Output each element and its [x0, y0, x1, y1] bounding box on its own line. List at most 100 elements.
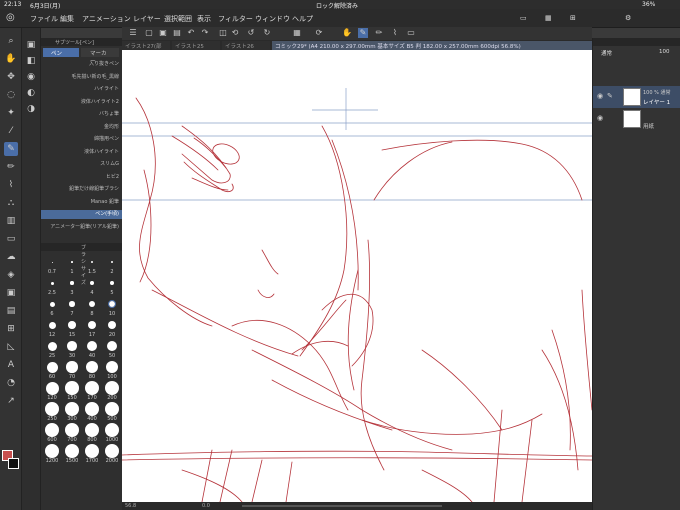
eye-icon[interactable]: ◉ — [597, 114, 603, 122]
fill-icon[interactable]: ◈ — [4, 268, 18, 282]
subtool-group-3-icon[interactable]: ◉ — [24, 70, 38, 84]
menu-icon-2[interactable]: ▦ — [545, 14, 552, 22]
figure-icon[interactable]: ▤ — [4, 304, 18, 318]
transform-icon[interactable]: ◫ — [218, 28, 228, 38]
brush-item[interactable]: ヒビ2 — [41, 173, 122, 182]
brush-item[interactable]: 金均形 — [41, 123, 122, 132]
brush-item[interactable]: バちょ筆 — [41, 110, 122, 119]
brush-size-dot[interactable] — [88, 321, 96, 329]
settings-icon[interactable]: ⚙ — [625, 14, 631, 22]
move-icon[interactable]: ✥ — [4, 70, 18, 84]
menu-filter[interactable]: フィルター — [218, 14, 253, 24]
lasso-icon[interactable]: ◌ — [4, 88, 18, 102]
brush-size-dot[interactable] — [85, 423, 99, 437]
subtool-group-4-icon[interactable]: ◐ — [24, 86, 38, 100]
eyedropper-icon[interactable]: ⁄ — [4, 124, 18, 138]
brush-size-dot[interactable] — [70, 281, 74, 285]
brush-tool-icon[interactable]: ⌇ — [4, 178, 18, 192]
brush-size-dot[interactable] — [65, 423, 79, 437]
brush-size-dot[interactable] — [85, 444, 99, 458]
subtool-group-1-icon[interactable]: ▣ — [24, 38, 38, 52]
menu-view[interactable]: 表示 — [197, 14, 211, 24]
hand-tool-icon[interactable]: ✋ — [4, 52, 18, 66]
brush-size-dot[interactable] — [89, 301, 95, 307]
brush-item[interactable]: 液体ハイライト2 — [41, 98, 122, 107]
menu-edit[interactable]: 編集 — [60, 14, 74, 24]
brush-size-dot[interactable] — [47, 341, 57, 351]
menu-help[interactable]: ヘルプ — [292, 14, 313, 24]
brush-size-dot[interactable] — [50, 281, 54, 285]
menu-window[interactable]: ウィンドウ — [255, 14, 290, 24]
airbrush-icon[interactable]: ⛬ — [4, 196, 18, 210]
menu-selection[interactable]: 選択範囲 — [164, 14, 192, 24]
brush-size-dot[interactable] — [105, 423, 119, 437]
brush-size-dot[interactable] — [109, 280, 115, 286]
brush-item[interactable]: スリムG — [41, 160, 122, 169]
brush-size-dot[interactable] — [91, 261, 93, 263]
menu-file[interactable]: ファイル — [30, 14, 58, 24]
brush-item[interactable]: ペン(手頃) — [41, 210, 122, 219]
brush-size-dot[interactable] — [85, 381, 99, 395]
brush-item[interactable]: アニメーター鉛筆(リアル鉛筆) — [41, 223, 122, 232]
decoration-icon[interactable]: ▥ — [4, 214, 18, 228]
layer-row-paper[interactable]: ◉ 用紙 — [593, 108, 680, 130]
sub-color-swatch[interactable] — [8, 458, 19, 469]
brush-icon[interactable]: ⌇ — [390, 28, 400, 38]
brush-size-dot[interactable] — [110, 260, 114, 264]
subtool-group-2-icon[interactable]: ◧ — [24, 54, 38, 68]
tab-illust27[interactable]: イラスト27(部 — [122, 41, 170, 50]
canvas-paper[interactable] — [122, 50, 592, 502]
magic-wand-icon[interactable]: ✦ — [4, 106, 18, 120]
brush-size-dot[interactable] — [105, 402, 119, 416]
brush-size-dot[interactable] — [65, 381, 79, 395]
brush-size-dot[interactable] — [90, 281, 94, 285]
brush-item[interactable]: 綿描用ペン — [41, 135, 122, 144]
brush-size-dot[interactable] — [48, 321, 56, 329]
text-icon[interactable]: A — [4, 358, 18, 372]
new-icon[interactable]: ▢ — [144, 28, 154, 38]
pen-icon[interactable]: ✎ — [4, 142, 18, 156]
brush-size-dot[interactable] — [85, 402, 99, 416]
brush-item[interactable]: Manao 鉛筆 — [41, 198, 122, 207]
subtool-group-5-icon[interactable]: ◑ — [24, 102, 38, 116]
frame-icon[interactable]: ⊞ — [4, 322, 18, 336]
brush-item[interactable]: 毛先揃い新の毛_黒線 — [41, 73, 122, 82]
brush-size-dot[interactable] — [106, 340, 118, 352]
pencil-icon[interactable]: ✏ — [374, 28, 384, 38]
zoom-value[interactable]: 56.8 — [125, 503, 136, 509]
brush-item[interactable]: ハイライト — [41, 85, 122, 94]
brush-size-dot[interactable] — [105, 360, 119, 374]
menu-icon-1[interactable]: ▭ — [520, 14, 527, 22]
tab-comic29[interactable]: コミック29* (A4 210.00 x 297.00mm 基本サイズ B5 判… — [272, 41, 592, 50]
eye-icon[interactable]: ◉ — [597, 92, 603, 100]
rotate-icon[interactable]: ⟳ — [314, 28, 324, 38]
tab-illust26[interactable]: イラスト26 — [222, 41, 270, 50]
brush-size-dot[interactable] — [105, 444, 119, 458]
brush-size-dot[interactable] — [66, 361, 78, 373]
magnifier-icon[interactable]: ⌕ — [4, 34, 18, 48]
open-icon[interactable]: ▣ — [158, 28, 168, 38]
brush-size-dot[interactable] — [65, 444, 79, 458]
grid-icon[interactable]: ▦ — [292, 28, 302, 38]
brush-size-dot[interactable] — [45, 402, 59, 416]
tab-marker[interactable]: マーカー — [81, 48, 119, 65]
correct-line-icon[interactable]: ↗ — [4, 394, 18, 408]
opacity-value[interactable]: 100 — [659, 49, 670, 55]
eraser-icon[interactable]: ▭ — [406, 28, 416, 38]
brush-size-dot[interactable] — [87, 341, 97, 351]
redo-icon[interactable]: ↷ — [200, 28, 210, 38]
brush-item[interactable]: 鉛筆だけ線鉛筆ブラシ — [41, 185, 122, 194]
pen-lock-icon[interactable]: ✎ — [607, 92, 613, 100]
flip-icon[interactable]: ⟲ — [230, 28, 240, 38]
pencil-icon[interactable]: ✏ — [4, 160, 18, 174]
canvas-area[interactable] — [122, 50, 592, 502]
undo-icon[interactable]: ↶ — [186, 28, 196, 38]
layer-row-1[interactable]: ◉ ✎ 100 % 通常 レイヤー 1 — [593, 86, 680, 108]
angle-value[interactable]: 0.0 — [202, 503, 210, 509]
brush-size-dot[interactable] — [46, 361, 58, 373]
brush-size-dot[interactable] — [45, 423, 59, 437]
tab-illust25[interactable]: イラスト25 — [172, 41, 220, 50]
save-icon[interactable]: ▤ — [172, 28, 182, 38]
menu-icon-3[interactable]: ⊞ — [570, 14, 576, 22]
pen-tool-icon[interactable]: ✎ — [358, 28, 368, 38]
